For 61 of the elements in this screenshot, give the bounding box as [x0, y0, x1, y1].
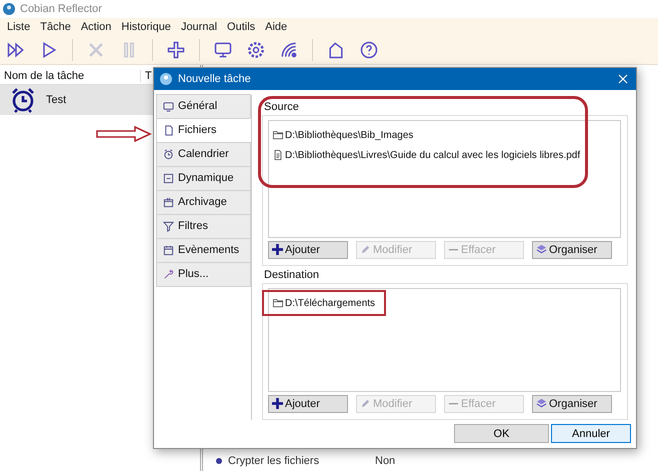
tab[interactable]: Général: [156, 94, 251, 119]
archive-icon: [163, 196, 174, 208]
wrench-icon: [163, 268, 174, 280]
menu-item[interactable]: Historique: [116, 21, 176, 33]
menu-item[interactable]: Outils: [222, 21, 260, 33]
window-title: Cobian Reflector: [20, 3, 102, 15]
app-logo-icon: [160, 72, 172, 85]
box-icon: [163, 172, 174, 184]
menu-item[interactable]: Aide: [260, 21, 292, 33]
folder-icon: [273, 298, 283, 308]
organize-button[interactable]: Organiser: [532, 240, 612, 259]
plus-icon[interactable]: [166, 40, 186, 60]
task-name: Test: [46, 94, 66, 106]
monitor-icon: [163, 100, 174, 112]
tab[interactable]: Filtres: [156, 214, 251, 239]
calendar-icon: [163, 244, 174, 256]
plus-icon: [272, 398, 283, 410]
menu-item[interactable]: Liste: [2, 21, 36, 33]
clock-icon: [163, 148, 174, 160]
add-button[interactable]: Ajouter: [268, 240, 348, 259]
app-logo-icon: [3, 3, 15, 15]
menu-item[interactable]: Journal: [176, 21, 222, 33]
path-item[interactable]: D:\Bibliothèques\Livres\Guide du calcul avec les logiciels libres.pdf: [285, 150, 580, 161]
file-icon: [163, 124, 174, 136]
group-label: Source: [263, 100, 300, 113]
filter-icon: [163, 220, 174, 232]
help-icon[interactable]: [359, 40, 379, 60]
fast-forward-icon[interactable]: [6, 40, 26, 60]
folder-icon: [273, 130, 283, 140]
group-label: Destination: [263, 268, 320, 281]
file-icon: [273, 150, 283, 160]
menu-item[interactable]: Tâche: [35, 21, 76, 33]
tab[interactable]: Calendrier: [156, 142, 251, 167]
property-value: Non: [375, 455, 396, 467]
pencil-icon: [360, 398, 371, 410]
tab[interactable]: Evènements: [156, 238, 251, 263]
settings-icon[interactable]: [246, 40, 266, 60]
organize-button[interactable]: Organiser: [532, 394, 612, 413]
tab[interactable]: Fichiers: [156, 118, 251, 143]
dialog-title: Nouvelle tâche: [178, 72, 252, 85]
tab[interactable]: Plus...: [156, 262, 251, 287]
add-button[interactable]: Ajouter: [268, 394, 348, 413]
monitor-icon[interactable]: [213, 40, 233, 60]
alarm-clock-icon: [10, 87, 36, 113]
tab[interactable]: Archivage: [156, 190, 251, 215]
signal-icon[interactable]: [279, 40, 299, 60]
column-header[interactable]: T: [141, 70, 152, 82]
dialog-button[interactable]: OK: [454, 424, 549, 444]
layers-icon: [536, 244, 547, 256]
pencil-icon: [360, 244, 371, 256]
column-header[interactable]: Nom de la tâche: [0, 70, 141, 82]
path-item[interactable]: D:\Téléchargements: [285, 298, 376, 309]
property-name: Crypter les fichiers: [228, 455, 320, 467]
menu-item[interactable]: Action: [76, 21, 116, 33]
close-icon[interactable]: [618, 74, 628, 84]
layers-icon: [536, 398, 547, 410]
dialog-button[interactable]: Annuler: [551, 424, 631, 444]
plus-icon: [272, 244, 283, 256]
path-item[interactable]: D:\Bibliothèques\Bib_Images: [285, 130, 414, 141]
tab[interactable]: Dynamique: [156, 166, 251, 191]
bullet-icon: [215, 457, 223, 465]
